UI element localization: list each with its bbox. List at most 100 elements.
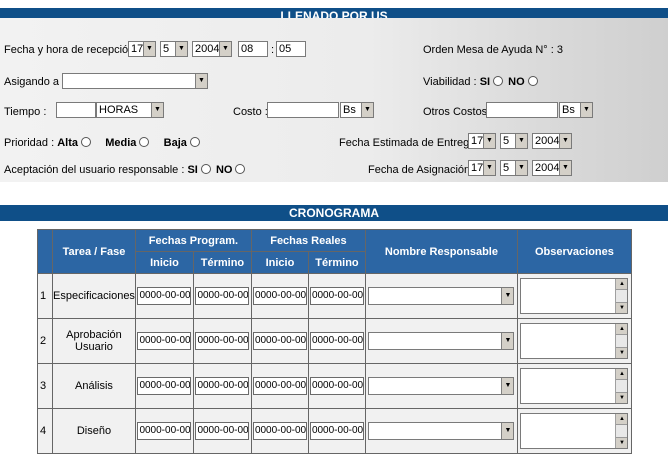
real-termino-input[interactable]: 0000-00-00 (309, 332, 364, 350)
prioridad-alta-label: Alta (57, 137, 78, 149)
fecha-asignacion-year-select[interactable]: 2004 ▼ (532, 160, 572, 176)
scrollbar[interactable]: ▲ ▼ (615, 279, 628, 313)
fecha-recepcion-label: Fecha y hora de recepción : (4, 44, 141, 56)
real-inicio-input[interactable]: 0000-00-00 (252, 332, 307, 350)
prioridad-label: Prioridad : (4, 137, 55, 149)
llenado-panel: Fecha y hora de recepción : 17 ▼ 5 ▼ 2004 ▼… (0, 18, 668, 182)
tiempo-input[interactable] (56, 102, 96, 118)
prog-termino-input[interactable]: 0000-00-00 (195, 332, 250, 350)
prog-termino-input[interactable]: 0000-00-00 (195, 422, 250, 440)
row-fase: Análisis (52, 363, 136, 409)
observaciones-textarea[interactable]: ▲ ▼ (520, 278, 629, 314)
fecha-asignacion-day-select[interactable]: 17 ▼ (468, 160, 496, 176)
table-row: 3 Análisis 0000-00-00 0000-00-00 0000-00… (37, 363, 632, 409)
real-termino-input[interactable]: 0000-00-00 (309, 377, 364, 395)
aceptacion-no-radio[interactable] (235, 164, 246, 174)
fecha-entrega-month-select[interactable]: 5 ▼ (500, 133, 528, 149)
aceptacion-label: Aceptación del usuario responsable : (4, 164, 185, 176)
scroll-up-icon[interactable]: ▲ (616, 369, 628, 380)
aceptacion-si-radio[interactable] (200, 164, 211, 174)
fecha-entrega-day-select[interactable]: 17 ▼ (468, 133, 496, 149)
prioridad-baja-radio[interactable] (189, 137, 200, 147)
dropdown-arrow-icon: ▼ (175, 42, 187, 56)
scrollbar[interactable]: ▲ ▼ (615, 369, 628, 403)
table-row: 1 Especificaciones 0000-00-00 0000-00-00… (37, 273, 632, 319)
prioridad-group: Prioridad : Alta Media Baja (4, 137, 202, 149)
fecha-recepcion-month-select[interactable]: 5 ▼ (160, 41, 188, 57)
row-number: 3 (37, 363, 53, 409)
dropdown-arrow-icon: ▼ (361, 103, 373, 117)
observaciones-textarea[interactable]: ▲ ▼ (520, 413, 629, 449)
dropdown-arrow-icon: ▼ (580, 103, 592, 117)
hora-separator: : (271, 44, 275, 56)
header-observaciones: Observaciones (516, 229, 632, 274)
costo-input[interactable] (267, 102, 339, 118)
responsable-select[interactable]: ▼ (368, 332, 515, 350)
real-termino-input[interactable]: 0000-00-00 (309, 422, 364, 440)
prioridad-alta-radio[interactable] (80, 137, 91, 147)
row-fase: Especificaciones (52, 273, 136, 319)
prog-inicio-input[interactable]: 0000-00-00 (137, 287, 192, 305)
prog-inicio-input[interactable]: 0000-00-00 (137, 422, 192, 440)
responsable-select[interactable]: ▼ (368, 287, 515, 305)
dropdown-arrow-icon: ▼ (559, 161, 571, 175)
dropdown-arrow-icon: ▼ (515, 161, 527, 175)
scroll-up-icon[interactable]: ▲ (616, 324, 628, 335)
dropdown-arrow-icon: ▼ (501, 423, 514, 439)
header-prog-inicio: Inicio (134, 251, 194, 274)
viabilidad-si-label: SI (479, 76, 491, 88)
observaciones-textarea[interactable]: ▲ ▼ (520, 323, 629, 359)
otros-costos-currency-select[interactable]: Bs ▼ (559, 102, 593, 118)
header-fechas-programadas: Fechas Program. (134, 229, 252, 252)
viabilidad-si-radio[interactable] (493, 76, 504, 86)
asignado-select[interactable]: ▼ (62, 73, 208, 89)
real-termino-input[interactable]: 0000-00-00 (309, 287, 364, 305)
dropdown-arrow-icon: ▼ (515, 134, 527, 148)
scroll-up-icon[interactable]: ▲ (616, 279, 628, 290)
orden-mesa-label: Orden Mesa de Ayuda N° : 3 (423, 44, 563, 56)
scroll-up-icon[interactable]: ▲ (616, 414, 628, 425)
aceptacion-no-label: NO (215, 164, 233, 176)
row-number: 2 (37, 318, 53, 364)
row-fase: Aprobación Usuario (52, 318, 136, 364)
prog-inicio-input[interactable]: 0000-00-00 (137, 377, 192, 395)
real-inicio-input[interactable]: 0000-00-00 (252, 422, 307, 440)
asignado-label: Asigando a : (4, 76, 66, 88)
viabilidad-no-label: NO (508, 76, 525, 88)
header-real-inicio: Inicio (250, 251, 309, 274)
scroll-down-icon[interactable]: ▼ (616, 437, 628, 448)
costo-currency-select[interactable]: Bs ▼ (340, 102, 374, 118)
aceptacion-si-label: SI (187, 164, 198, 176)
prog-termino-input[interactable]: 0000-00-00 (195, 377, 250, 395)
real-inicio-input[interactable]: 0000-00-00 (252, 377, 307, 395)
scroll-down-icon[interactable]: ▼ (616, 392, 628, 403)
minuto-input[interactable]: 05 (276, 41, 306, 57)
scrollbar[interactable]: ▲ ▼ (615, 324, 628, 358)
dropdown-arrow-icon: ▼ (195, 74, 207, 88)
viabilidad-group: Viabilidad : SI NO (423, 76, 540, 88)
header-real-termino: Término (307, 251, 366, 274)
scrollbar[interactable]: ▲ ▼ (615, 414, 628, 448)
fecha-recepcion-year-select[interactable]: 2004 ▼ (192, 41, 232, 57)
fecha-asignacion-month-select[interactable]: 5 ▼ (500, 160, 528, 176)
prog-inicio-input[interactable]: 0000-00-00 (137, 332, 192, 350)
real-inicio-input[interactable]: 0000-00-00 (252, 287, 307, 305)
scroll-down-icon[interactable]: ▼ (616, 302, 628, 313)
dropdown-arrow-icon: ▼ (143, 42, 155, 56)
responsable-select[interactable]: ▼ (368, 377, 515, 395)
observaciones-textarea[interactable]: ▲ ▼ (520, 368, 629, 404)
responsable-select[interactable]: ▼ (368, 422, 515, 440)
row-number: 4 (37, 408, 53, 454)
row-number: 1 (37, 273, 53, 319)
hora-input[interactable]: 08 (238, 41, 268, 57)
prioridad-media-radio[interactable] (139, 137, 150, 147)
tiempo-label: Tiempo : (4, 106, 47, 118)
otros-costos-input[interactable] (486, 102, 558, 118)
prog-termino-input[interactable]: 0000-00-00 (195, 287, 250, 305)
fecha-recepcion-day-select[interactable]: 17 ▼ (128, 41, 156, 57)
scroll-down-icon[interactable]: ▼ (616, 347, 628, 358)
dropdown-arrow-icon: ▼ (483, 134, 495, 148)
viabilidad-no-radio[interactable] (527, 76, 538, 86)
fecha-entrega-year-select[interactable]: 2004 ▼ (532, 133, 572, 149)
tiempo-unit-select[interactable]: HORAS ▼ (96, 102, 164, 118)
